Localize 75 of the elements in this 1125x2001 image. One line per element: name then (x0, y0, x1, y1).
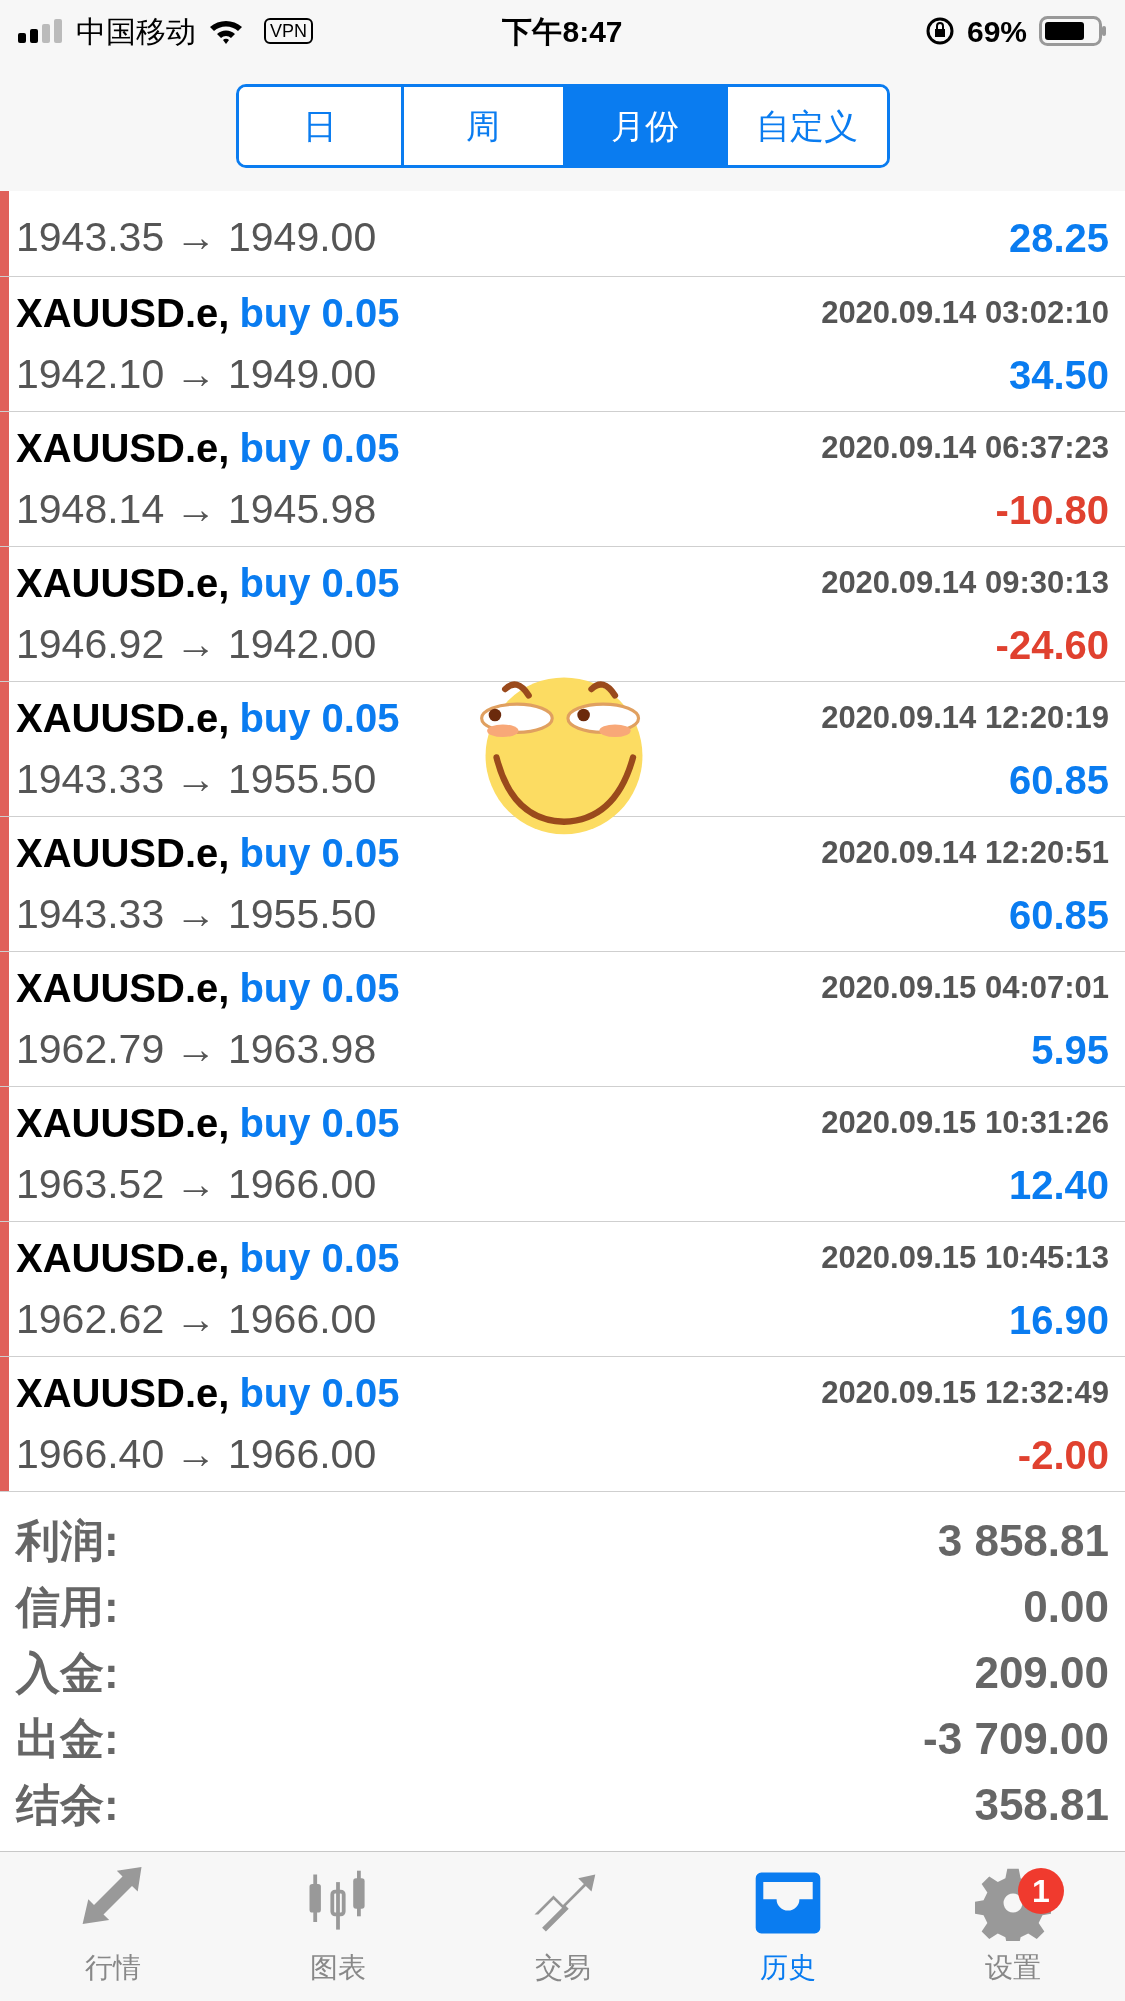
profit-value: 60.85 (1008, 757, 1109, 804)
order-text: buy 0.05 (239, 695, 400, 742)
order-text: buy 0.05 (239, 830, 400, 877)
profit-value: 34.50 (1008, 352, 1109, 399)
tab-bar-item[interactable]: 交易 (450, 1852, 675, 2001)
vpn-badge: VPN (264, 18, 313, 44)
order-text: buy 0.05 (239, 560, 400, 607)
price-range: 1948.14 → 1945.98 (16, 485, 377, 535)
tab-bar-item[interactable]: 历史 (675, 1852, 900, 2001)
symbol-text: XAUUSD.e, (16, 1100, 230, 1147)
symbol-text: XAUUSD.e, (16, 425, 230, 472)
symbol-text: XAUUSD.e, (16, 1370, 230, 1417)
summary-value: 3 858.81 (937, 1515, 1109, 1567)
wifi-icon (208, 18, 244, 44)
price-range: 1962.79 → 1963.98 (16, 1025, 377, 1075)
profit-value: -10.80 (995, 487, 1109, 534)
price-range: 1963.52 → 1966.00 (16, 1160, 377, 1210)
profit-value: -2.00 (1017, 1432, 1109, 1479)
profit-value: 60.85 (1008, 892, 1109, 939)
summary-label: 结余: (16, 1779, 119, 1831)
profit-value: 5.95 (1031, 1027, 1109, 1074)
order-text: buy 0.05 (239, 425, 400, 472)
order-text: buy 0.05 (239, 1100, 400, 1147)
order-text: buy 0.05 (239, 290, 400, 337)
price-range: 1942.10 → 1949.00 (16, 350, 377, 400)
trade-time: 2020.09.15 04:07:01 (821, 968, 1109, 1007)
price-range: 1943.35 → 1949.00 (16, 212, 377, 262)
symbol-text: XAUUSD.e, (16, 830, 230, 877)
signal-icon (18, 19, 64, 43)
symbol-text: XAUUSD.e, (16, 560, 230, 607)
trade-time: 2020.09.14 09:30:13 (821, 563, 1109, 602)
summary-value: 209.00 (974, 1647, 1109, 1699)
price-range: 1943.33 → 1955.50 (16, 890, 377, 940)
order-text: buy 0.05 (239, 1370, 400, 1417)
profit-value: -24.60 (995, 622, 1109, 669)
trade-time: 2020.09.14 03:02:10 (821, 293, 1109, 332)
summary-label: 出金: (16, 1713, 119, 1765)
price-range: 1943.33 → 1955.50 (16, 755, 377, 805)
segment-tab[interactable]: 日 (238, 87, 401, 165)
profit-value: 28.25 (1008, 215, 1109, 262)
trade-time: 2020.09.15 12:32:49 (821, 1373, 1109, 1412)
profit-value: 12.40 (1008, 1162, 1109, 1209)
battery-percent: 69% (966, 13, 1027, 50)
trade-time: 2020.09.14 12:20:51 (821, 833, 1109, 872)
summary-label: 信用: (16, 1581, 119, 1633)
tab-bar-item[interactable]: 图表 (225, 1852, 450, 2001)
trade-time: 2020.09.14 06:37:23 (821, 428, 1109, 467)
tab-bar-item[interactable]: 行情 (0, 1852, 225, 2001)
summary-label: 入金: (16, 1647, 119, 1699)
symbol-text: XAUUSD.e, (16, 1235, 230, 1282)
summary-value: 358.81 (974, 1779, 1109, 1831)
order-text: buy 0.05 (239, 965, 400, 1012)
summary-value: 0.00 (1023, 1581, 1109, 1633)
segment-tab[interactable]: 周 (400, 87, 563, 165)
trade-time: 2020.09.14 12:20:19 (821, 698, 1109, 737)
symbol-text: XAUUSD.e, (16, 695, 230, 742)
order-text: buy 0.05 (239, 1235, 400, 1282)
battery-icon (1039, 16, 1107, 46)
trade-time: 2020.09.15 10:45:13 (821, 1238, 1109, 1277)
price-range: 1946.92 → 1942.00 (16, 620, 377, 670)
clock-text: 下午8:47 (501, 13, 624, 50)
tab-bar-item[interactable]: 设置 1 (900, 1852, 1125, 2001)
price-range: 1966.40 → 1966.00 (16, 1430, 377, 1480)
segment-tab[interactable]: 自定义 (724, 87, 887, 165)
carrier-text: 中国移动 (76, 13, 196, 50)
symbol-text: XAUUSD.e, (16, 290, 230, 337)
summary-value: -3 709.00 (923, 1713, 1109, 1765)
symbol-text: XAUUSD.e, (16, 965, 230, 1012)
profit-value: 16.90 (1008, 1297, 1109, 1344)
notification-badge: 1 (1018, 1868, 1064, 1914)
summary-label: 利润: (16, 1515, 119, 1567)
trade-time: 2020.09.15 10:31:26 (821, 1103, 1109, 1142)
segment-tab[interactable]: 月份 (562, 87, 725, 165)
price-range: 1962.62 → 1966.00 (16, 1295, 377, 1345)
rotation-lock-icon (924, 16, 955, 46)
